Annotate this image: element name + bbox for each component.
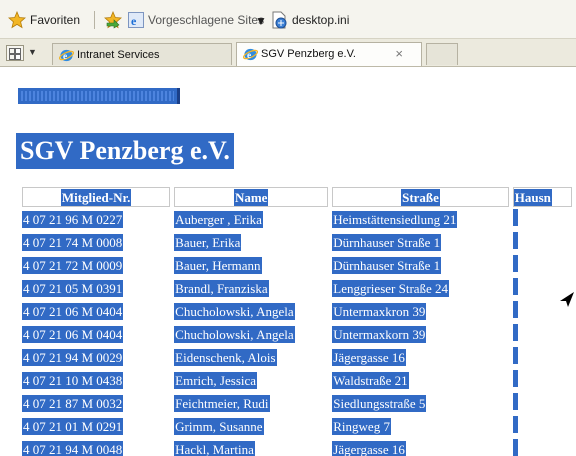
favorites-bar: Favoriten e Vorgeschlagene Sites ▼ deskt…	[0, 0, 576, 39]
table-row[interactable]: 4 07 21 96 M 0227 Auberger , Erika Heimstä…	[22, 209, 572, 230]
table-row[interactable]: 4 07 21 94 M 0029 Eidenschenk, Alois Jäger…	[22, 347, 572, 368]
street-cell: Jägergasse 16	[332, 349, 406, 366]
tab-list-chevron-icon[interactable]: ▼	[28, 47, 37, 57]
table-row[interactable]: 4 07 21 10 M 0438 Emrich, Jessica Waldstra…	[22, 370, 572, 391]
tab-intranet-services[interactable]: e Intranet Services	[52, 43, 232, 65]
street-cell: Heimstättensiedlung 21	[332, 211, 458, 228]
column-header-name: Name	[174, 187, 329, 207]
member-no-cell: 4 07 21 96 M 0227	[22, 211, 124, 228]
street-cell: Waldstraße 21	[332, 372, 409, 389]
tab-bar: ▼ e Intranet Services e SGV Penzberg e.V…	[0, 39, 576, 67]
ie-icon: e	[243, 48, 258, 61]
house-no-cell	[512, 416, 572, 437]
house-no-cell	[512, 347, 572, 368]
column-header-member-no: Mitglied-Nr.	[22, 187, 171, 207]
ie-icon: e	[128, 12, 144, 28]
street-cell: Ringweg 7	[332, 418, 391, 435]
tab-label: SGV Penzberg e.V.	[261, 48, 356, 60]
member-no-cell: 4 07 21 72 M 0009	[22, 257, 124, 274]
table-body: 4 07 21 96 M 0227 Auberger , Erika Heimstä…	[22, 209, 572, 456]
table-row[interactable]: 4 07 21 06 M 0404 Chucholowski, Angela Unt…	[22, 324, 572, 345]
member-no-cell: 4 07 21 94 M 0029	[22, 349, 124, 366]
house-no-cell	[512, 324, 572, 345]
tab-label: Intranet Services	[77, 49, 160, 61]
page-title: SGV Penzberg e.V.	[16, 133, 234, 169]
name-cell: Bauer, Erika	[174, 234, 242, 251]
house-no-cell	[512, 393, 572, 414]
column-header-street: Straße	[332, 187, 509, 207]
suggested-sites-link[interactable]: Vorgeschlagene Sites	[148, 12, 264, 28]
house-no-cell	[512, 232, 572, 253]
add-favorite-icon[interactable]	[104, 11, 124, 29]
star-icon	[8, 11, 26, 29]
table-row[interactable]: 4 07 21 87 M 0032 Feichtmeier, Rudi Siedlu…	[22, 393, 572, 414]
street-cell: Untermaxkron 39	[332, 303, 427, 320]
table-row[interactable]: 4 07 21 06 M 0404 Chucholowski, Angela Unt…	[22, 301, 572, 322]
name-cell: Auberger , Erika	[174, 211, 263, 228]
quick-tabs-icon[interactable]	[6, 45, 24, 61]
table-row[interactable]: 4 07 21 05 M 0391 Brandl, Franziska Lenggr…	[22, 278, 572, 299]
name-cell: Brandl, Franziska	[174, 280, 269, 297]
member-no-cell: 4 07 21 06 M 0404	[22, 303, 124, 320]
tab-sgv-penzberg[interactable]: e SGV Penzberg e.V. ×	[236, 42, 422, 66]
table-row[interactable]: 4 07 21 01 M 0291 Grimm, Susanne Ringweg 7	[22, 416, 572, 437]
name-cell: Bauer, Hermann	[174, 257, 262, 274]
name-cell: Hackl, Martina	[174, 441, 255, 456]
page-icon	[272, 11, 287, 29]
name-cell: Feichtmeier, Rudi	[174, 395, 270, 412]
favorites-button[interactable]: Favoriten	[30, 12, 80, 28]
table-row[interactable]: 4 07 21 94 M 0048 Hackl, Martina Jägergass…	[22, 439, 572, 456]
name-cell: Grimm, Susanne	[174, 418, 264, 435]
house-no-cell	[512, 255, 572, 276]
street-cell: Jägergasse 16	[332, 441, 406, 456]
svg-text:e: e	[131, 14, 137, 28]
house-no-cell	[512, 370, 572, 391]
member-no-cell: 4 07 21 06 M 0404	[22, 326, 124, 343]
svg-text:e: e	[63, 52, 67, 62]
member-no-cell: 4 07 21 01 M 0291	[22, 418, 124, 435]
svg-text:e: e	[247, 51, 251, 61]
street-cell: Dürnhauser Straße 1	[332, 234, 442, 251]
member-no-cell: 4 07 21 87 M 0032	[22, 395, 124, 412]
name-cell: Emrich, Jessica	[174, 372, 258, 389]
name-cell: Chucholowski, Angela	[174, 326, 295, 343]
member-no-cell: 4 07 21 05 M 0391	[22, 280, 124, 297]
page-content: SGV Penzberg e.V. Mitglied-Nr. Name Stra…	[0, 67, 576, 456]
close-tab-button[interactable]: ×	[395, 43, 403, 65]
street-cell: Siedlungsstraße 5	[332, 395, 427, 412]
street-cell: Dürnhauser Straße 1	[332, 257, 442, 274]
member-no-cell: 4 07 21 74 M 0008	[22, 234, 124, 251]
chevron-down-icon[interactable]: ▼	[255, 13, 267, 29]
new-tab-button[interactable]	[426, 43, 458, 65]
header-image-placeholder	[18, 88, 180, 104]
separator	[94, 11, 95, 29]
mouse-cursor-icon	[560, 292, 574, 307]
ie-icon: e	[59, 49, 74, 62]
member-no-cell: 4 07 21 10 M 0438	[22, 372, 124, 389]
name-cell: Eidenschenk, Alois	[174, 349, 277, 366]
house-no-cell	[512, 209, 572, 230]
street-cell: Untermaxkorn 39	[332, 326, 427, 343]
table-header-row: Mitglied-Nr. Name Straße Hausn	[22, 187, 572, 207]
column-header-house-no: Hausn	[512, 187, 572, 207]
table-row[interactable]: 4 07 21 74 M 0008 Bauer, Erika Dürnhauser …	[22, 232, 572, 253]
street-cell: Lenggrieser Straße 24	[332, 280, 450, 297]
desktop-ini-link[interactable]: desktop.ini	[292, 12, 349, 28]
house-no-cell	[512, 439, 572, 456]
name-cell: Chucholowski, Angela	[174, 303, 295, 320]
members-table: Mitglied-Nr. Name Straße Hausn 4 07 21 9…	[18, 185, 576, 456]
table-row[interactable]: 4 07 21 72 M 0009 Bauer, Hermann Dürnhause…	[22, 255, 572, 276]
member-no-cell: 4 07 21 94 M 0048	[22, 441, 124, 456]
